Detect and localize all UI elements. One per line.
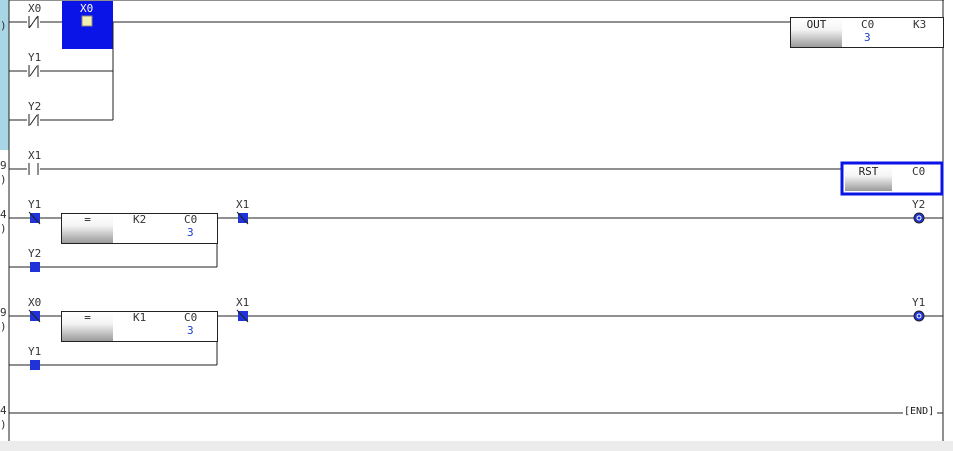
rung4-number-paren: ) xyxy=(0,418,7,431)
rung3-compare-op2: C0 xyxy=(184,311,198,324)
rung2-compare-op2: C0 xyxy=(184,213,198,226)
rung2-number: 4 xyxy=(0,208,7,221)
end-instruction[interactable]: [END] xyxy=(903,406,936,417)
rung0-contact-y1[interactable]: Y1 xyxy=(28,52,41,64)
rung3-number-paren: ) xyxy=(0,320,7,333)
rung1-contact-x1[interactable]: X1 xyxy=(28,150,41,162)
end-label: END xyxy=(910,406,929,417)
rung1-number: 9 xyxy=(0,159,7,172)
rst-instruction-name: RST xyxy=(845,166,892,191)
rung3-contact-x0[interactable]: X0 xyxy=(28,297,41,309)
rung2-contact-y2-on xyxy=(30,262,40,272)
rung2-contact-y2[interactable]: Y2 xyxy=(28,248,41,260)
rst-instruction[interactable]: RST C0 xyxy=(845,166,939,191)
out-instruction-name: OUT xyxy=(791,18,842,47)
rung0-contact-y2[interactable]: Y2 xyxy=(28,101,41,113)
rung2-number-paren: ) xyxy=(0,222,7,235)
rung2-compare-instruction[interactable]: = K2 C0 3 xyxy=(61,213,218,244)
rung3-number: 9 xyxy=(0,306,7,319)
out-set-value: K3 xyxy=(913,18,927,31)
rung0-contact-x0[interactable]: X0 xyxy=(28,3,41,15)
rung3-compare-operator: = xyxy=(62,312,113,341)
rung2-compare-current: 3 xyxy=(187,226,194,239)
rung3-contact-x1[interactable]: X1 xyxy=(236,297,249,309)
rst-device: C0 xyxy=(912,165,926,178)
rung3-compare-instruction[interactable]: = K1 C0 3 xyxy=(61,311,218,342)
rung2-compare-operator: = xyxy=(62,214,113,243)
out-device: C0 xyxy=(861,18,875,31)
rung3-compare-op1: K1 xyxy=(133,311,147,324)
out-current-value: 3 xyxy=(864,31,871,44)
ladder-editor[interactable]: ) 9 ) 4 ) 9 ) 4 ) X0 X0 Y1 Y2 OUT C0 3 K… xyxy=(0,0,953,451)
rung0-selected-cell-label[interactable]: X0 xyxy=(80,3,93,15)
rung2-contact-y1[interactable]: Y1 xyxy=(28,199,41,211)
rung3-contact-y1-on xyxy=(30,360,40,370)
rung1-number-paren: ) xyxy=(0,173,7,186)
rung3-coil-y1[interactable]: Y1 xyxy=(912,297,925,309)
rung2-compare-op1: K2 xyxy=(133,213,147,226)
cursor-marker xyxy=(81,15,93,27)
rung0-number-paren: ) xyxy=(0,19,7,32)
rung2-coil-y2[interactable]: Y2 xyxy=(912,199,925,211)
rung4-number: 4 xyxy=(0,404,7,417)
rung3-compare-current: 3 xyxy=(187,324,194,337)
rung2-contact-x1[interactable]: X1 xyxy=(236,199,249,211)
rung3-contact-y1[interactable]: Y1 xyxy=(28,346,41,358)
out-counter-instruction[interactable]: OUT C0 3 K3 xyxy=(790,17,944,48)
